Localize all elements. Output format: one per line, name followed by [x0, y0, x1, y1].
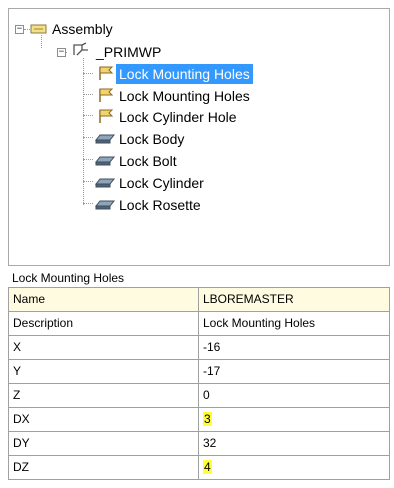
tree-connector — [83, 58, 84, 205]
part-icon — [94, 134, 116, 144]
tree-item-label: Lock Mounting Holes — [119, 88, 250, 104]
property-row[interactable]: DX 3 — [9, 408, 390, 432]
tree-item[interactable]: Lock Mounting Holes — [116, 63, 253, 85]
tree-connector — [83, 181, 93, 182]
property-key: Description — [9, 312, 199, 335]
property-value[interactable]: -16 — [199, 336, 390, 359]
flag-icon — [99, 88, 114, 102]
property-grid-title: Lock Mounting Holes — [12, 271, 125, 285]
collapse-toggle[interactable]: − — [15, 25, 24, 34]
tree-item-label: Lock Cylinder Hole — [119, 109, 237, 125]
tree-item-primwp[interactable]: _PRIMWP — [93, 41, 164, 63]
property-key: Name — [9, 288, 199, 311]
property-row[interactable]: Name LBOREMASTER — [9, 288, 390, 312]
property-key: Y — [9, 360, 199, 383]
property-value[interactable]: 4 — [199, 456, 390, 479]
property-key: DZ — [9, 456, 199, 479]
property-key: DY — [9, 432, 199, 455]
property-grid: Name LBOREMASTER Description Lock Mounti… — [8, 287, 390, 480]
property-row[interactable]: Description Lock Mounting Holes — [9, 312, 390, 336]
property-value[interactable]: 0 — [199, 384, 390, 407]
tree-panel: − Assembly − _PRIMWP Lock Mounting Holes… — [8, 8, 390, 266]
part-icon — [94, 200, 116, 210]
property-value[interactable]: Lock Mounting Holes — [199, 312, 390, 335]
tree-item-label: Lock Rosette — [119, 197, 201, 213]
property-value[interactable]: 32 — [199, 432, 390, 455]
assembly-icon — [30, 24, 47, 34]
property-key: DX — [9, 408, 199, 431]
part-icon — [94, 178, 116, 188]
part-icon — [94, 156, 116, 166]
tree-item[interactable]: Lock Rosette — [116, 194, 204, 216]
tree-item-assembly[interactable]: Assembly — [49, 18, 116, 40]
tree-item-label: Lock Body — [119, 131, 185, 147]
property-key: X — [9, 336, 199, 359]
highlighted-value: 4 — [203, 460, 212, 474]
tree-item-label: Assembly — [52, 21, 113, 37]
tree-item-label: Lock Mounting Holes — [116, 64, 253, 84]
property-row[interactable]: DZ 4 — [9, 456, 390, 480]
tree-connector — [41, 35, 42, 48]
tree-item-label: Lock Bolt — [119, 153, 177, 169]
collapse-toggle[interactable]: − — [57, 48, 66, 57]
tree-item[interactable]: Lock Body — [116, 128, 187, 150]
tree-item-label: Lock Cylinder — [119, 175, 204, 191]
property-row[interactable]: DY 32 — [9, 432, 390, 456]
property-value[interactable]: -17 — [199, 360, 390, 383]
property-value[interactable]: LBOREMASTER — [199, 288, 390, 311]
property-key: Z — [9, 384, 199, 407]
tree-item[interactable]: Lock Bolt — [116, 150, 180, 172]
tree-item[interactable]: Lock Mounting Holes — [116, 85, 253, 107]
flag-icon — [99, 66, 114, 80]
tree-connector — [83, 159, 93, 160]
property-value[interactable]: 3 — [199, 408, 390, 431]
flag-icon — [99, 109, 114, 123]
workplane-icon — [73, 42, 88, 56]
tree-item[interactable]: Lock Cylinder — [116, 172, 207, 194]
property-row[interactable]: Y -17 — [9, 360, 390, 384]
tree-connector — [83, 73, 93, 74]
highlighted-value: 3 — [203, 412, 212, 426]
tree-connector — [83, 94, 93, 95]
tree-connector — [83, 115, 93, 116]
tree-item[interactable]: Lock Cylinder Hole — [116, 106, 240, 128]
property-row[interactable]: X -16 — [9, 336, 390, 360]
tree-connector — [83, 137, 93, 138]
tree-connector — [83, 203, 93, 204]
property-row[interactable]: Z 0 — [9, 384, 390, 408]
tree-item-label: _PRIMWP — [96, 44, 162, 60]
